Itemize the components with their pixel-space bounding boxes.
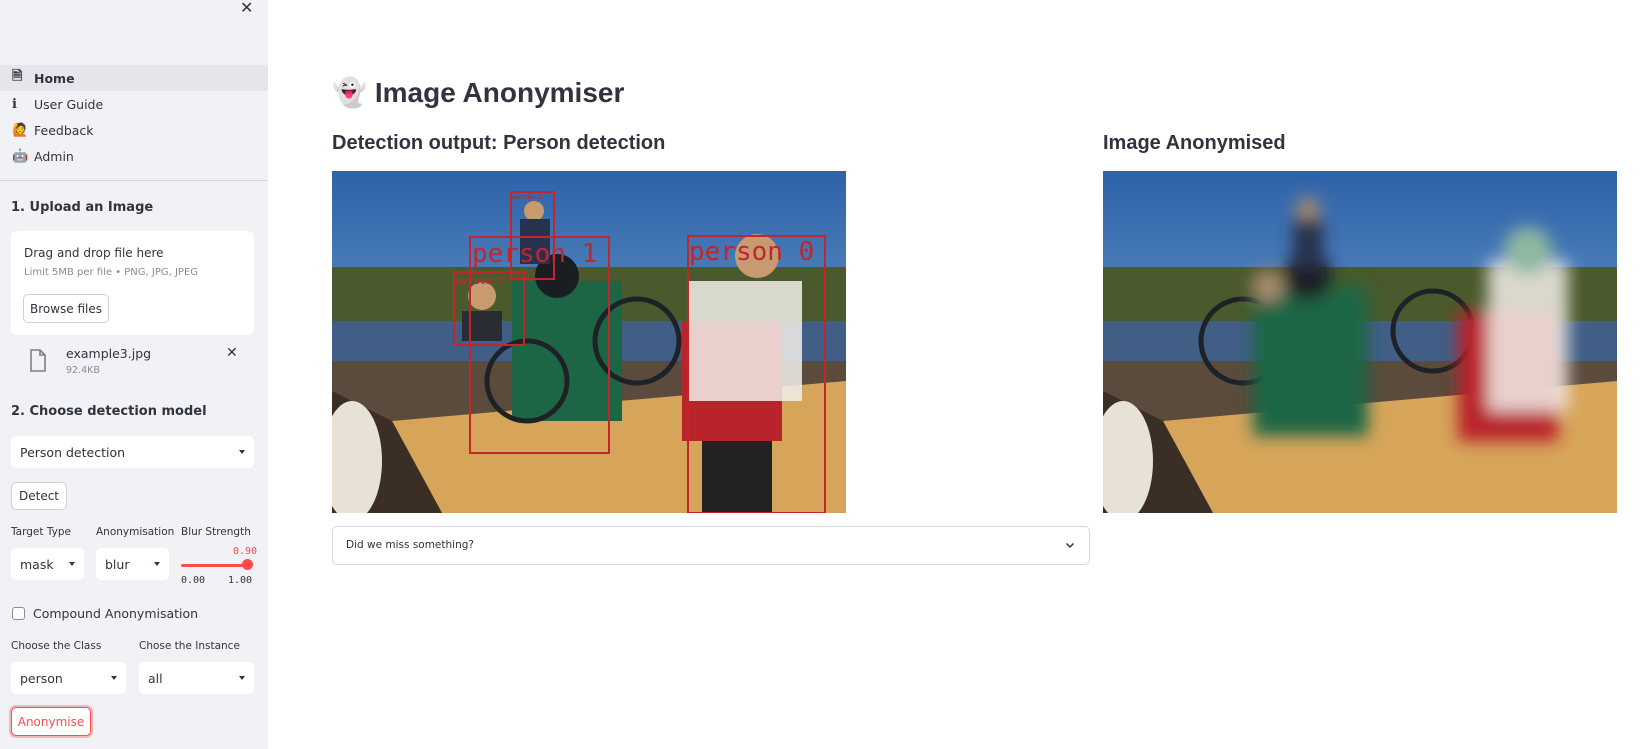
- dropzone-limit: Limit 5MB per file • PNG, JPG, JPEG: [24, 267, 199, 278]
- anonymisation-select[interactable]: blur: [96, 548, 169, 580]
- nav-item-feedback[interactable]: 🙋 Feedback: [0, 117, 268, 143]
- detection-label: person 3: [513, 194, 542, 201]
- chevron-down-icon: [69, 562, 75, 566]
- expander-label: Did we miss something?: [346, 539, 474, 551]
- close-sidebar-icon[interactable]: ✕: [240, 0, 256, 16]
- detection-label: person 2: [456, 276, 504, 287]
- detection-label: person 1: [472, 239, 597, 269]
- detection-heading: Detection output: Person detection: [332, 132, 666, 154]
- dropzone-text: Drag and drop file here: [24, 246, 164, 260]
- browse-files-button[interactable]: Browse files: [23, 294, 109, 323]
- uploaded-file: example3.jpg 92.4KB ✕: [28, 345, 248, 379]
- nav-label-user-guide: User Guide: [34, 96, 104, 112]
- blur-strength-label: Blur Strength: [181, 526, 251, 538]
- chevron-down-icon: [154, 562, 160, 566]
- chevron-down-icon: [239, 450, 245, 454]
- file-name: example3.jpg: [66, 346, 152, 361]
- blur-slider-thumb[interactable]: [242, 559, 253, 570]
- person-raising-hand-icon: 🙋: [12, 122, 29, 138]
- blur-slider-track[interactable]: [181, 564, 248, 567]
- detect-button[interactable]: Detect: [11, 482, 67, 510]
- page-icon: 🗎: [12, 69, 23, 84]
- target-type-label: Target Type: [11, 526, 71, 538]
- model-select-value: Person detection: [20, 444, 126, 460]
- anonymisation-label: Anonymisation: [96, 526, 175, 538]
- nav-item-home[interactable]: 🗎 Home: [0, 65, 268, 91]
- info-icon: i: [12, 96, 17, 112]
- file-size: 92.4KB: [66, 365, 100, 376]
- nav-label-feedback: Feedback: [34, 122, 94, 138]
- choose-instance-label: Chose the Instance: [139, 640, 240, 652]
- class-select[interactable]: person: [11, 662, 126, 694]
- compound-anonymisation-label: Compound Anonymisation: [33, 606, 199, 621]
- sidebar-divider: [0, 180, 268, 181]
- missed-something-expander[interactable]: Did we miss something?: [332, 526, 1090, 565]
- blur-slider-min: 0.00: [181, 575, 206, 586]
- ghost-icon: 👻: [332, 76, 367, 109]
- instance-select[interactable]: all: [139, 662, 254, 694]
- nav-label-admin: Admin: [34, 148, 74, 164]
- compound-anonymisation-checkbox[interactable]: [12, 607, 25, 620]
- blur-slider-value: 0.90: [233, 546, 258, 557]
- page-title: 👻 Image Anonymiser: [332, 76, 624, 109]
- class-select-value: person: [20, 670, 63, 686]
- detection-output-image: person 0 person 1 person 2 person 3: [332, 171, 846, 513]
- instance-select-value: all: [148, 670, 163, 686]
- upload-section-title: 1. Upload an Image: [11, 200, 154, 215]
- anonymised-image: [1103, 171, 1617, 513]
- chevron-down-icon: [1065, 542, 1075, 549]
- robot-icon: 🤖: [12, 148, 29, 164]
- file-icon: [30, 349, 46, 372]
- anonymisation-value: blur: [105, 556, 130, 572]
- chevron-down-icon: [111, 676, 117, 680]
- remove-file-icon[interactable]: ✕: [226, 345, 238, 361]
- model-select[interactable]: Person detection: [11, 436, 254, 468]
- anonymise-button[interactable]: Anonymise: [11, 707, 91, 736]
- nav-item-admin[interactable]: 🤖 Admin: [0, 143, 268, 169]
- sidebar: ✕ 🗎 Home i User Guide 🙋 Feedback 🤖 Admin…: [0, 0, 268, 749]
- nav-item-user-guide[interactable]: i User Guide: [0, 91, 268, 117]
- file-dropzone[interactable]: Drag and drop file here Limit 5MB per fi…: [11, 231, 254, 335]
- detection-label: person 0: [689, 237, 814, 267]
- chevron-down-icon: [239, 676, 245, 680]
- target-type-select[interactable]: mask: [11, 548, 84, 580]
- choose-class-label: Choose the Class: [11, 640, 102, 652]
- nav-label-home: Home: [34, 70, 75, 86]
- model-section-title: 2. Choose detection model: [11, 404, 207, 419]
- app-window: ✕ 🗎 Home i User Guide 🙋 Feedback 🤖 Admin…: [0, 0, 1652, 749]
- sidebar-nav: 🗎 Home i User Guide 🙋 Feedback 🤖 Admin: [0, 65, 268, 169]
- app-title: Image Anonymiser: [374, 76, 625, 108]
- blur-slider-max: 1.00: [228, 575, 253, 586]
- anonymised-heading: Image Anonymised: [1103, 132, 1286, 154]
- target-type-value: mask: [20, 556, 54, 572]
